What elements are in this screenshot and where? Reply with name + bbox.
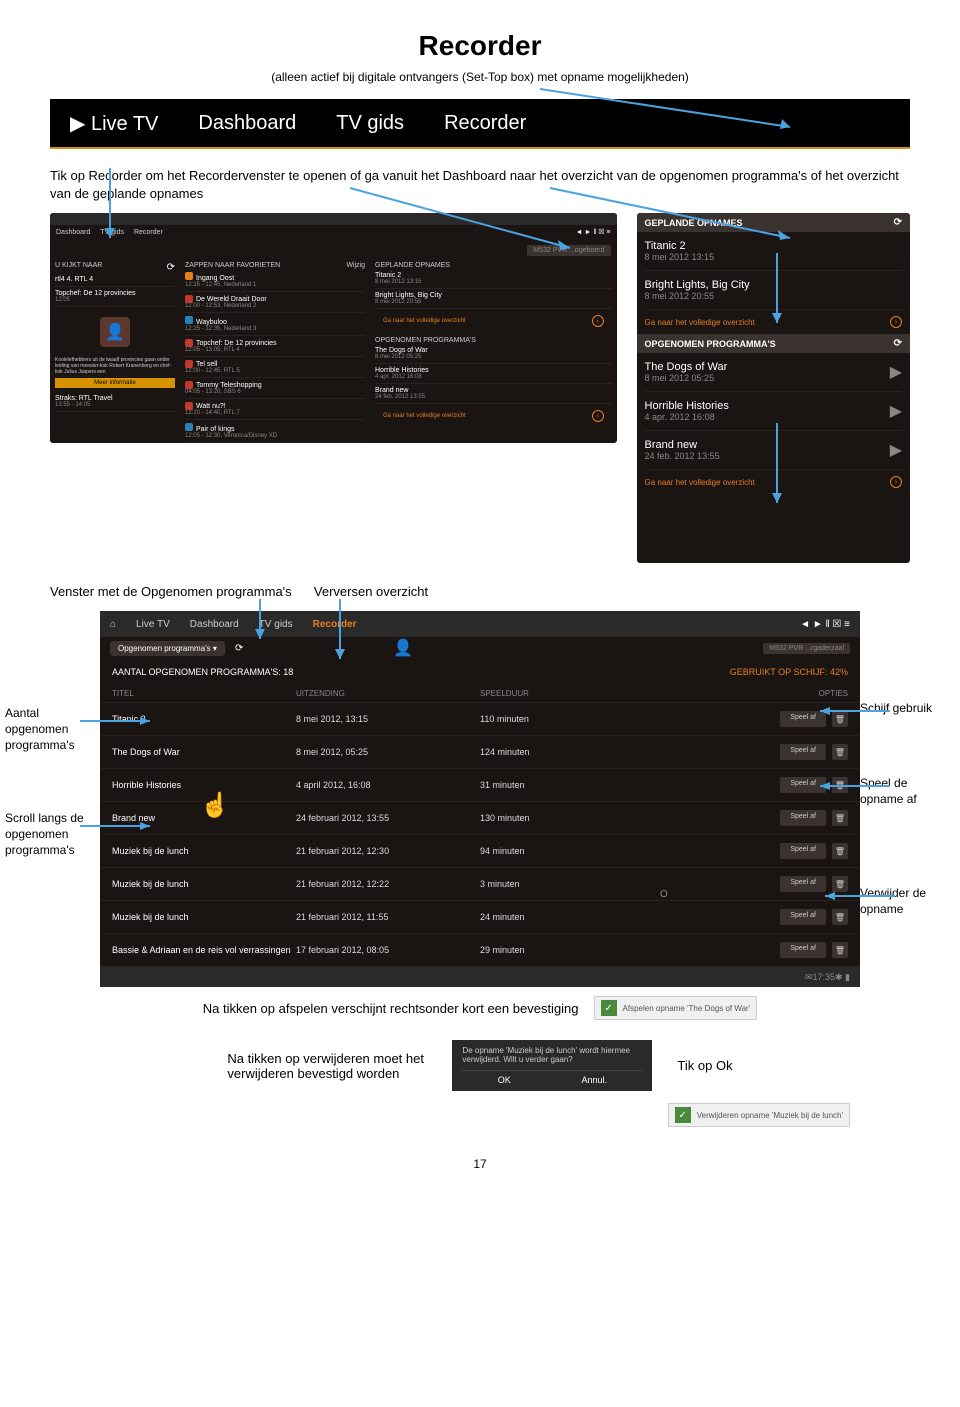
refresh-icon[interactable]: ⟳ xyxy=(235,643,243,654)
delete-button[interactable]: 🗑 xyxy=(832,876,848,892)
label-scroll: Scroll langs de opgenomen programma's xyxy=(5,811,85,858)
play-button[interactable]: Speel af xyxy=(780,744,826,760)
chevron-icon: › xyxy=(890,476,902,488)
check-icon: ✓ xyxy=(601,1000,617,1016)
play-icon: ▶ xyxy=(70,113,85,135)
check-icon: ✓ xyxy=(675,1107,691,1123)
bottom-caption-2: Na tikken op verwijderen moet het verwij… xyxy=(227,1051,427,1081)
nav-tvgids: TV gids xyxy=(336,112,404,135)
delete-button[interactable]: 🗑 xyxy=(832,744,848,760)
dropdown-recorded[interactable]: Opgenomen programma's ▾ xyxy=(110,641,225,656)
delete-button[interactable]: 🗑 xyxy=(832,909,848,925)
refresh-icon: ⟳ xyxy=(894,338,902,349)
tik-ok: Tik op Ok xyxy=(677,1058,732,1073)
play-button[interactable]: Speel af xyxy=(780,909,826,925)
play-button[interactable]: Speel af xyxy=(780,810,826,826)
chevron-icon: › xyxy=(890,316,902,328)
avatar-icon: 👤 xyxy=(393,638,413,658)
delete-button[interactable]: 🗑 xyxy=(832,942,848,958)
page-title: Recorder xyxy=(50,30,910,62)
toast-delete: ✓Verwijderen opname 'Muziek bij de lunch… xyxy=(668,1103,850,1127)
letter-o: O xyxy=(660,889,668,900)
caption-ververs: Verversen overzicht xyxy=(314,584,428,599)
toast-play: ✓Afspelen opname 'The Dogs of War' xyxy=(594,996,758,1020)
confirm-dialog: De opname 'Muziek bij de lunch' wordt hi… xyxy=(452,1040,652,1091)
play-button[interactable]: Speel af xyxy=(780,876,826,892)
table-row: Titanic 28 mei 2012, 13:15110 minutenSpe… xyxy=(100,703,860,736)
subtitle: (alleen actief bij digitale ontvangers (… xyxy=(50,70,910,84)
table-row: Bassie & Adriaan en de reis vol verrassi… xyxy=(100,934,860,967)
dialog-ok[interactable]: OK xyxy=(498,1075,511,1085)
recorder-list-screenshot: ⌂ Live TV Dashboard TV gids Recorder ◄ ►… xyxy=(100,611,860,971)
dialog-cancel[interactable]: Annul. xyxy=(582,1075,608,1085)
table-row: Muziek bij de lunch21 februari 2012, 12:… xyxy=(100,868,860,901)
nav-live: ▶ Live TV xyxy=(70,111,158,136)
bottom-caption-1: Na tikken op afspelen verschijnt rechtso… xyxy=(203,1001,579,1016)
delete-button[interactable]: 🗑 xyxy=(832,843,848,859)
nav-recorder: Recorder xyxy=(444,112,526,135)
table-row: Muziek bij de lunch21 februari 2012, 12:… xyxy=(100,835,860,868)
play-button[interactable]: Speel af xyxy=(780,843,826,859)
label-aantal: Aantal opgenomen programma's xyxy=(5,706,85,753)
play-button[interactable]: Speel af xyxy=(780,942,826,958)
table-row: Muziek bij de lunch21 februari 2012, 11:… xyxy=(100,901,860,934)
table-row: The Dogs of War8 mei 2012, 05:25124 minu… xyxy=(100,736,860,769)
hand-pointer-icon: ☝ xyxy=(200,791,230,820)
caption-venster: Venster met de Opgenomen programma's xyxy=(50,584,292,599)
avatar-icon xyxy=(100,317,130,347)
refresh-icon: ⟳ xyxy=(894,217,902,228)
delete-button[interactable]: 🗑 xyxy=(832,810,848,826)
nav-dashboard: Dashboard xyxy=(198,112,296,135)
page-number: 17 xyxy=(50,1157,910,1171)
refresh-icon: ⟳ xyxy=(167,262,175,273)
